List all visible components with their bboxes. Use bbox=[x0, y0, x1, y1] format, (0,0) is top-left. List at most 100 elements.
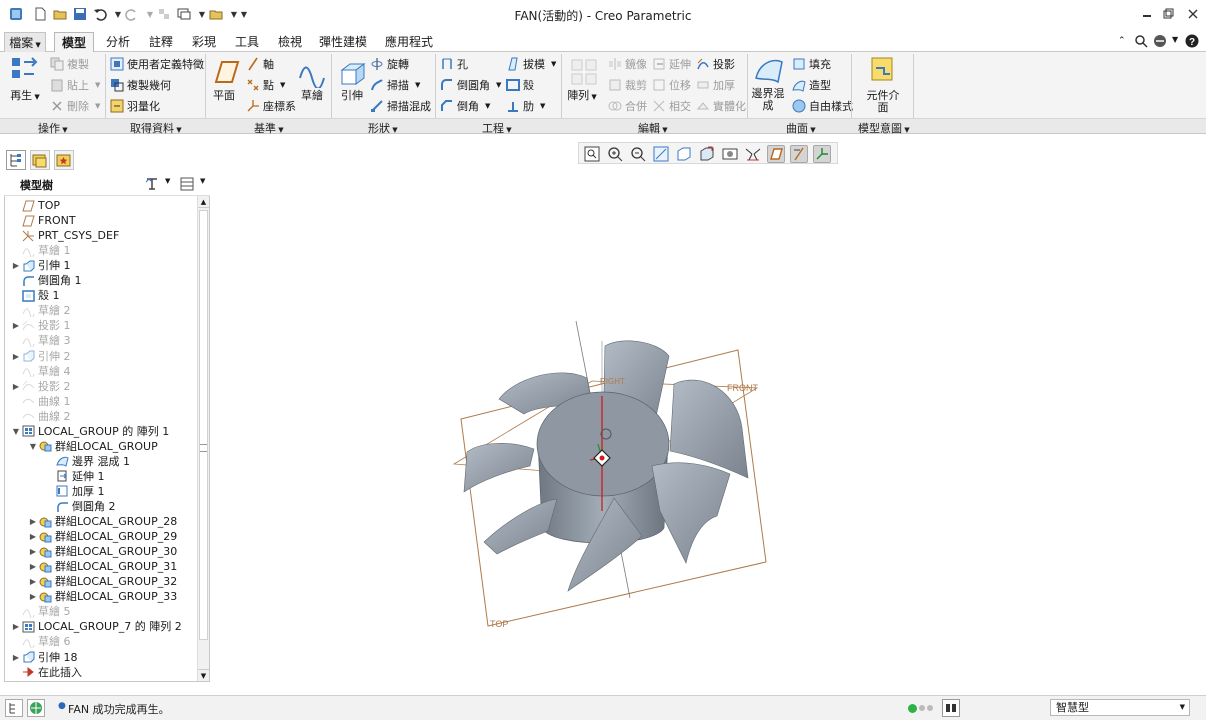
tree-item[interactable]: 曲線 2 bbox=[11, 409, 71, 424]
expand-icon[interactable]: ▶ bbox=[11, 258, 21, 273]
toggle-browser-icon[interactable] bbox=[27, 699, 45, 717]
community-icon[interactable] bbox=[1153, 34, 1167, 51]
selection-filter[interactable]: 智慧型 ▼ bbox=[1050, 699, 1190, 716]
shell-button[interactable]: 殼 bbox=[506, 77, 534, 93]
group-model-intent[interactable]: 模型意圖 ▼ bbox=[858, 120, 910, 136]
boundary-blend-button[interactable]: 邊界混成 bbox=[750, 88, 786, 112]
tree-item[interactable]: ▶ 投影 2 bbox=[11, 379, 71, 394]
collapse-ribbon-icon[interactable]: ⌃ bbox=[1118, 36, 1126, 46]
tab-tools[interactable]: 工具 bbox=[229, 32, 265, 52]
tab-view[interactable]: 檢視 bbox=[272, 32, 308, 52]
restore-icon[interactable] bbox=[1160, 6, 1178, 22]
pattern-button[interactable]: 陣列 ▼ bbox=[562, 90, 602, 103]
tree-item[interactable]: ▶ 群組LOCAL_GROUP_31 bbox=[28, 559, 177, 574]
zoom-out-icon[interactable] bbox=[629, 145, 647, 163]
fan-blade[interactable] bbox=[483, 498, 558, 555]
group-engineering[interactable]: 工程 ▼ bbox=[482, 120, 512, 136]
tree-item[interactable]: 倒圓角 2 bbox=[45, 499, 116, 514]
tree-item[interactable]: 在此插入 bbox=[11, 665, 82, 680]
graphics-area[interactable]: FRONT TOP RIGHT bbox=[212, 166, 1206, 694]
zoom-in-icon[interactable] bbox=[606, 145, 624, 163]
tab-annotate[interactable]: 註釋 bbox=[143, 32, 179, 52]
tree-item[interactable]: 草繪 1 bbox=[11, 243, 71, 259]
expand-icon[interactable]: ▶ bbox=[28, 529, 38, 544]
tree-item[interactable]: 草繪 3 bbox=[11, 333, 71, 349]
mirror-button[interactable]: 鏡像 bbox=[608, 56, 647, 72]
repaint-icon[interactable] bbox=[652, 145, 670, 163]
perspective-icon[interactable] bbox=[744, 145, 762, 163]
group-surfaces[interactable]: 曲面 ▼ bbox=[786, 120, 816, 136]
regen-status-icon[interactable] bbox=[908, 704, 917, 713]
style-button[interactable]: 造型 bbox=[792, 77, 831, 93]
tree-item[interactable]: ▶ 群組LOCAL_GROUP_29 bbox=[28, 529, 177, 544]
scroll-thumb[interactable] bbox=[199, 210, 208, 640]
expand-icon[interactable]: ▶ bbox=[11, 650, 21, 665]
sketch-button[interactable]: 草繪 bbox=[296, 90, 328, 102]
tree-item[interactable]: 邊界 混成 1 bbox=[45, 454, 130, 469]
axis-button[interactable]: 軸 bbox=[246, 56, 274, 72]
tree-item[interactable]: PRT_CSYS_DEF bbox=[11, 228, 119, 243]
plane-button[interactable]: 平面 bbox=[208, 90, 240, 102]
extrude-icon[interactable] bbox=[338, 58, 368, 88]
expand-icon[interactable]: ▶ bbox=[28, 574, 38, 589]
fan-hub-top[interactable] bbox=[536, 391, 670, 497]
sketch-icon[interactable] bbox=[298, 58, 328, 88]
trim-button[interactable]: 裁剪 bbox=[608, 77, 647, 93]
regenerate-icon[interactable] bbox=[10, 56, 40, 86]
tree-item[interactable]: 延伸 1 bbox=[45, 469, 105, 484]
boundary-blend-icon[interactable] bbox=[754, 56, 784, 86]
expand-icon[interactable]: ▶ bbox=[11, 619, 21, 634]
expand-icon[interactable]: ▶ bbox=[28, 589, 38, 604]
community-dropdown-icon[interactable]: ▼ bbox=[1172, 35, 1178, 44]
copy-button[interactable]: 複製 bbox=[50, 56, 89, 72]
paste-button[interactable]: 貼上 ▼ bbox=[50, 77, 100, 93]
tab-analysis[interactable]: 分析 bbox=[100, 32, 136, 52]
folder-browser-tab[interactable] bbox=[30, 150, 50, 170]
expand-icon[interactable]: ▶ bbox=[28, 544, 38, 559]
tree-columns-dropdown-icon[interactable]: ▼ bbox=[200, 177, 205, 185]
tree-item[interactable]: ▼ 群組LOCAL_GROUP bbox=[28, 439, 158, 454]
scroll-up-icon[interactable]: ▲ bbox=[198, 196, 209, 208]
sweep-button[interactable]: 掃描 ▼ bbox=[370, 77, 420, 93]
tab-flexible-modeling[interactable]: 彈性建模 bbox=[315, 32, 371, 52]
tree-item[interactable]: ▶ 引伸 1 bbox=[11, 258, 71, 273]
front-datum-label[interactable]: FRONT bbox=[727, 383, 758, 393]
tree-item[interactable]: 加厚 1 bbox=[45, 484, 105, 499]
help-icon[interactable]: ? bbox=[1185, 34, 1199, 51]
tree-item[interactable]: ▶ 群組LOCAL_GROUP_28 bbox=[28, 514, 177, 529]
expand-icon[interactable]: ▶ bbox=[28, 514, 38, 529]
top-datum-label[interactable]: TOP bbox=[490, 619, 508, 629]
intersect-button[interactable]: 相交 bbox=[652, 98, 691, 114]
group-get-data[interactable]: 取得資料 ▼ bbox=[130, 120, 182, 136]
project-button[interactable]: 投影 bbox=[696, 56, 735, 72]
tree-item[interactable]: ▶ 群組LOCAL_GROUP_33 bbox=[28, 589, 177, 604]
tree-item[interactable]: ▶ 群組LOCAL_GROUP_30 bbox=[28, 544, 177, 559]
tree-item[interactable]: ▶ 群組LOCAL_GROUP_32 bbox=[28, 574, 177, 589]
merge-button[interactable]: 合併 bbox=[608, 98, 647, 114]
group-shapes[interactable]: 形狀 ▼ bbox=[368, 120, 398, 136]
fan-blade[interactable] bbox=[651, 462, 731, 564]
hole-button[interactable]: 孔 bbox=[440, 56, 468, 72]
offset-button[interactable]: 位移 bbox=[652, 77, 691, 93]
regenerate-button[interactable]: 再生 ▼ bbox=[8, 90, 42, 103]
scroll-down-icon[interactable]: ▼ bbox=[198, 669, 209, 681]
tree-item[interactable]: ▶ 引伸 18 bbox=[11, 650, 78, 665]
group-datum[interactable]: 基準 ▼ bbox=[254, 120, 284, 136]
expand-icon[interactable]: ▶ bbox=[28, 559, 38, 574]
component-interface-icon[interactable] bbox=[868, 56, 898, 86]
tree-settings-icon[interactable] bbox=[144, 176, 160, 195]
axis-display-icon[interactable] bbox=[790, 145, 808, 163]
solidify-button[interactable]: 實體化 bbox=[696, 98, 746, 114]
expand-icon[interactable]: ▶ bbox=[11, 379, 21, 394]
tree-item[interactable]: 草繪 2 bbox=[11, 303, 71, 319]
tree-item[interactable]: TOP bbox=[11, 198, 60, 213]
copy-geometry-button[interactable]: 複製幾何 bbox=[110, 77, 171, 93]
freestyle-button[interactable]: 自由樣式 bbox=[792, 98, 853, 114]
shrinkwrap-button[interactable]: 羽量化 bbox=[110, 98, 160, 114]
tree-settings-dropdown-icon[interactable]: ▼ bbox=[165, 177, 170, 185]
tree-item[interactable]: ▶ LOCAL_GROUP_7 的 陣列 2 bbox=[11, 619, 182, 634]
tree-item[interactable]: ▼ LOCAL_GROUP 的 陣列 1 bbox=[11, 424, 169, 439]
pattern-icon[interactable] bbox=[570, 58, 600, 88]
saved-orientations-icon[interactable] bbox=[698, 145, 716, 163]
tree-item[interactable]: FRONT bbox=[11, 213, 76, 228]
